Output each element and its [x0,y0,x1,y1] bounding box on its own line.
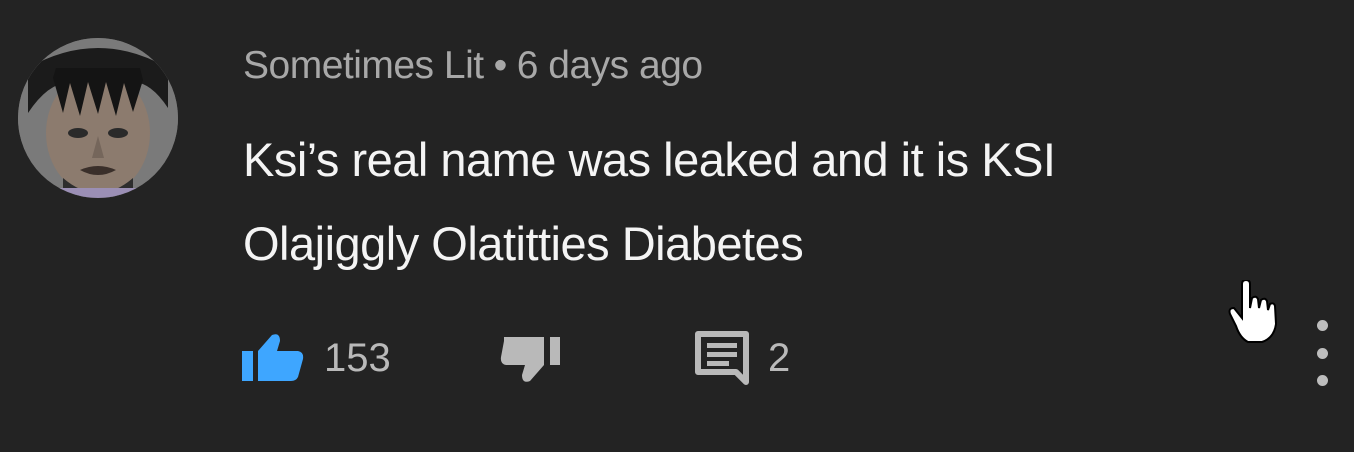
author-name[interactable]: Sometimes Lit [243,44,484,87]
comment-timestamp[interactable]: 6 days ago [517,44,703,87]
comment-text: Ksi’s real name was leaked and it is KSI… [243,118,1243,286]
comment-actions: 153 2 [240,322,1140,394]
more-vert-icon-dot [1316,375,1328,386]
hand-pointer-icon [1228,278,1284,349]
avatar-image [18,38,178,198]
avatar[interactable] [18,38,178,198]
like-button[interactable]: 153 [240,322,391,394]
more-vert-icon-dot [1316,347,1328,359]
reply-button[interactable]: 2 [694,322,790,394]
comment-text-line: Ksi’s real name was leaked and it is KSI [243,133,1056,186]
comment-text-line: Olajiggly Olatitties Diabetes [243,217,804,270]
like-count: 153 [324,335,391,380]
comment-header: Sometimes Lit • 6 days ago [243,44,703,88]
dislike-button[interactable] [498,322,564,394]
more-vert-icon-dot [1316,320,1328,331]
thumbs-up-icon [242,334,304,381]
reply-count: 2 [768,335,791,380]
comment-thread: Sometimes Lit • 6 days ago Ksi’s real name… [0,0,1354,452]
comment-icon [695,331,749,385]
more-options-button[interactable] [1307,320,1337,386]
meta-separator: • [493,44,508,87]
thumbs-down-icon [500,337,560,382]
